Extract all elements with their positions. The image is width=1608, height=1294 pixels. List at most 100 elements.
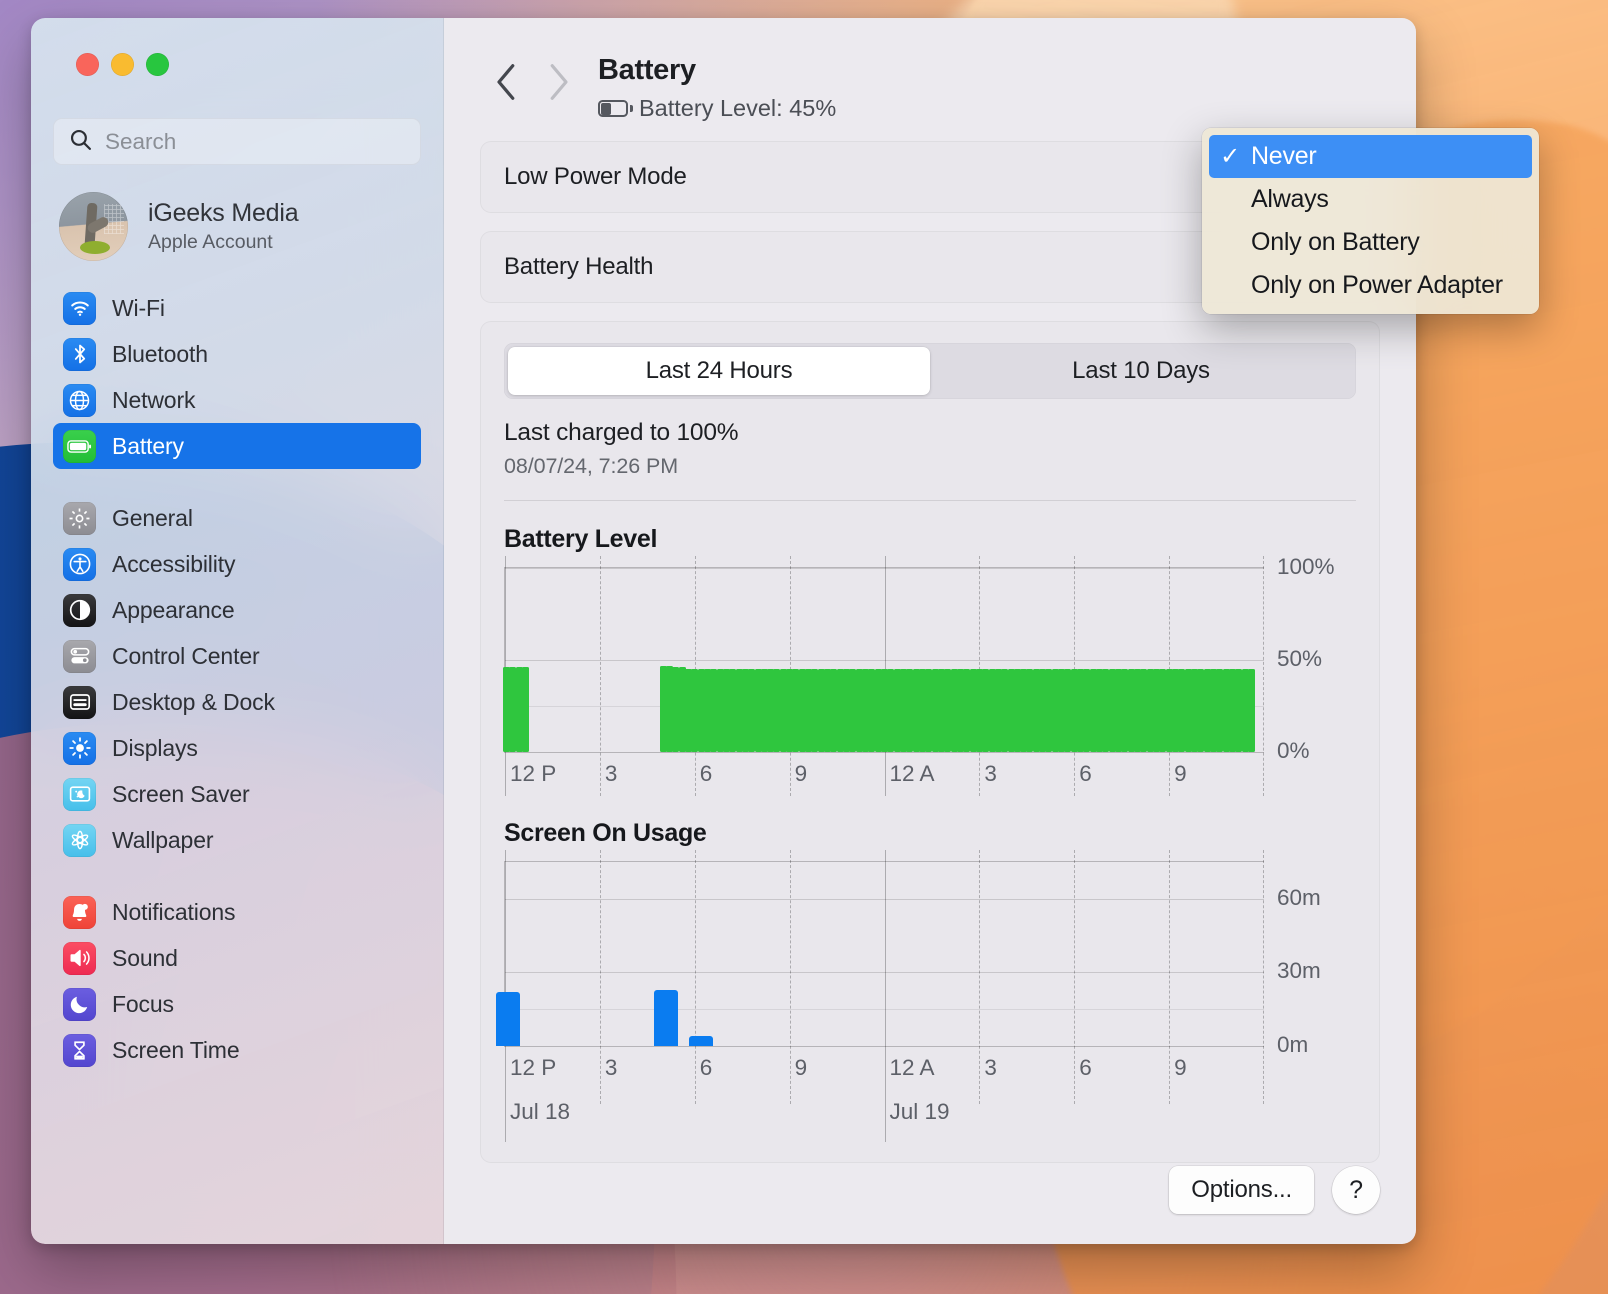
x-axis-label: 12 A: [890, 1055, 935, 1081]
menu-item-label: Only on Power Adapter: [1251, 271, 1503, 300]
y-axis-label: 100%: [1277, 554, 1335, 580]
y-axis-label: 50%: [1277, 646, 1322, 672]
bar: [1248, 669, 1255, 752]
x-axis-label: 3: [605, 761, 618, 787]
accessibility-icon: [63, 548, 96, 581]
usage-history-card: Last 24 Hours Last 10 Days Last charged …: [480, 321, 1380, 1163]
sidebar-item-label: Appearance: [112, 597, 235, 624]
battery-level-chart-title: Battery Level: [504, 525, 1356, 554]
battery-level-text: Battery Level: 45%: [639, 95, 836, 122]
sidebar-item-label: Bluetooth: [112, 341, 208, 368]
sidebar-item-wi-fi[interactable]: Wi-Fi: [53, 285, 421, 331]
menu-item-always[interactable]: Always: [1209, 178, 1532, 221]
sidebar-item-network[interactable]: Network: [53, 377, 421, 423]
hourglass-icon: [63, 1034, 96, 1067]
bar: [496, 992, 520, 1046]
apple-account-row[interactable]: iGeeks Media Apple Account: [53, 165, 421, 261]
sidebar-item-displays[interactable]: Displays: [53, 725, 421, 771]
x-axis-label: 12 P: [510, 761, 556, 787]
sidebar-item-battery[interactable]: Battery: [53, 423, 421, 469]
battery-icon: [63, 430, 96, 463]
menu-item-label: Always: [1251, 185, 1329, 214]
tab-last-10-days[interactable]: Last 10 Days: [930, 347, 1352, 395]
last-charged-block: Last charged to 100% 08/07/24, 7:26 PM: [504, 419, 1356, 479]
sidebar-item-label: Displays: [112, 735, 198, 762]
account-name: iGeeks Media: [148, 199, 298, 228]
sidebar-item-focus[interactable]: Focus: [53, 981, 421, 1027]
control-center-icon: [63, 640, 96, 673]
y-axis-label: 60m: [1277, 885, 1321, 911]
sidebar: Search iGeeks Media Apple Account Wi-Fi B…: [31, 18, 444, 1244]
sidebar-item-label: Desktop & Dock: [112, 689, 275, 716]
options-button[interactable]: Options...: [1169, 1166, 1314, 1214]
globe-icon: [63, 384, 96, 417]
sidebar-item-notifications[interactable]: Notifications: [53, 889, 421, 935]
zoom-button[interactable]: [146, 53, 169, 76]
sidebar-item-label: Wallpaper: [112, 827, 213, 854]
low-power-mode-label: Low Power Mode: [504, 163, 687, 191]
sidebar-item-screen-saver[interactable]: Screen Saver: [53, 771, 421, 817]
bluetooth-icon: [63, 338, 96, 371]
gear-icon: [63, 502, 96, 535]
x-axis-label: 6: [700, 1055, 713, 1081]
day-label: Jul 18: [510, 1099, 570, 1125]
bell-icon: [63, 896, 96, 929]
sidebar-item-sound[interactable]: Sound: [53, 935, 421, 981]
minimize-button[interactable]: [111, 53, 134, 76]
bar: [689, 1036, 713, 1046]
bar-series: [505, 568, 1264, 752]
time-range-segmented-control[interactable]: Last 24 Hours Last 10 Days: [504, 343, 1356, 399]
menu-item-only-on-battery[interactable]: Only on Battery: [1209, 221, 1532, 264]
forward-button[interactable]: [532, 56, 584, 108]
sidebar-item-label: Battery: [112, 433, 184, 460]
battery-level-icon: [598, 100, 628, 117]
menu-item-never[interactable]: ✓Never: [1209, 135, 1532, 178]
x-axis-label: 6: [1079, 761, 1092, 787]
battery-level-x-axis: 12 P36912 A369: [504, 761, 1356, 795]
close-button[interactable]: [76, 53, 99, 76]
wifi-icon: [63, 292, 96, 325]
checkmark-icon: ✓: [1219, 145, 1241, 169]
screen-on-usage-chart-title: Screen On Usage: [504, 819, 1356, 848]
sidebar-item-bluetooth[interactable]: Bluetooth: [53, 331, 421, 377]
bar: [522, 667, 529, 752]
last-charged-title: Last charged to 100%: [504, 419, 1356, 447]
account-subtitle: Apple Account: [148, 231, 298, 254]
divider: [504, 500, 1356, 501]
day-label: Jul 19: [890, 1099, 950, 1125]
back-button[interactable]: [480, 56, 532, 108]
tab-last-24-hours[interactable]: Last 24 Hours: [508, 347, 930, 395]
menu-item-only-on-power-adapter[interactable]: Only on Power Adapter: [1209, 264, 1532, 307]
sidebar-item-accessibility[interactable]: Accessibility: [53, 541, 421, 587]
menu-item-label: Only on Battery: [1251, 228, 1420, 257]
sidebar-item-desktop-dock[interactable]: Desktop & Dock: [53, 679, 421, 725]
low-power-mode-dropdown-menu[interactable]: ✓Never Always Only on Battery Only on Power…: [1202, 128, 1539, 314]
x-axis-label: 3: [984, 1055, 997, 1081]
detail-footer: Options... ?: [444, 1166, 1416, 1244]
x-axis-label: 3: [984, 761, 997, 787]
wallpaper-icon: [63, 824, 96, 857]
sidebar-item-wallpaper[interactable]: Wallpaper: [53, 817, 421, 863]
x-axis-label: 12 A: [890, 761, 935, 787]
x-axis-label: 9: [795, 761, 808, 787]
sidebar-item-appearance[interactable]: Appearance: [53, 587, 421, 633]
x-axis-label: 9: [795, 1055, 808, 1081]
help-button[interactable]: ?: [1332, 1166, 1380, 1214]
sidebar-item-label: General: [112, 505, 193, 532]
sidebar-item-label: Accessibility: [112, 551, 235, 578]
x-axis-label: 3: [605, 1055, 618, 1081]
sidebar-item-screen-time[interactable]: Screen Time: [53, 1027, 421, 1073]
screen-on-usage-chart: 0m30m60m: [504, 861, 1356, 1047]
brightness-icon: [63, 732, 96, 765]
bar-series: [505, 862, 1264, 1046]
sidebar-group-0: Wi-Fi Bluetooth Network Battery: [53, 285, 421, 469]
x-axis-label: 9: [1174, 1055, 1187, 1081]
screen-saver-icon: [63, 778, 96, 811]
search-input[interactable]: Search: [53, 118, 421, 165]
sidebar-item-general[interactable]: General: [53, 495, 421, 541]
sidebar-item-control-center[interactable]: Control Center: [53, 633, 421, 679]
sidebar-item-label: Notifications: [112, 899, 235, 926]
battery-health-label: Battery Health: [504, 253, 653, 281]
sidebar-group-1: General Accessibility Appearance Control Ce…: [53, 495, 421, 863]
last-charged-time: 08/07/24, 7:26 PM: [504, 454, 1356, 479]
